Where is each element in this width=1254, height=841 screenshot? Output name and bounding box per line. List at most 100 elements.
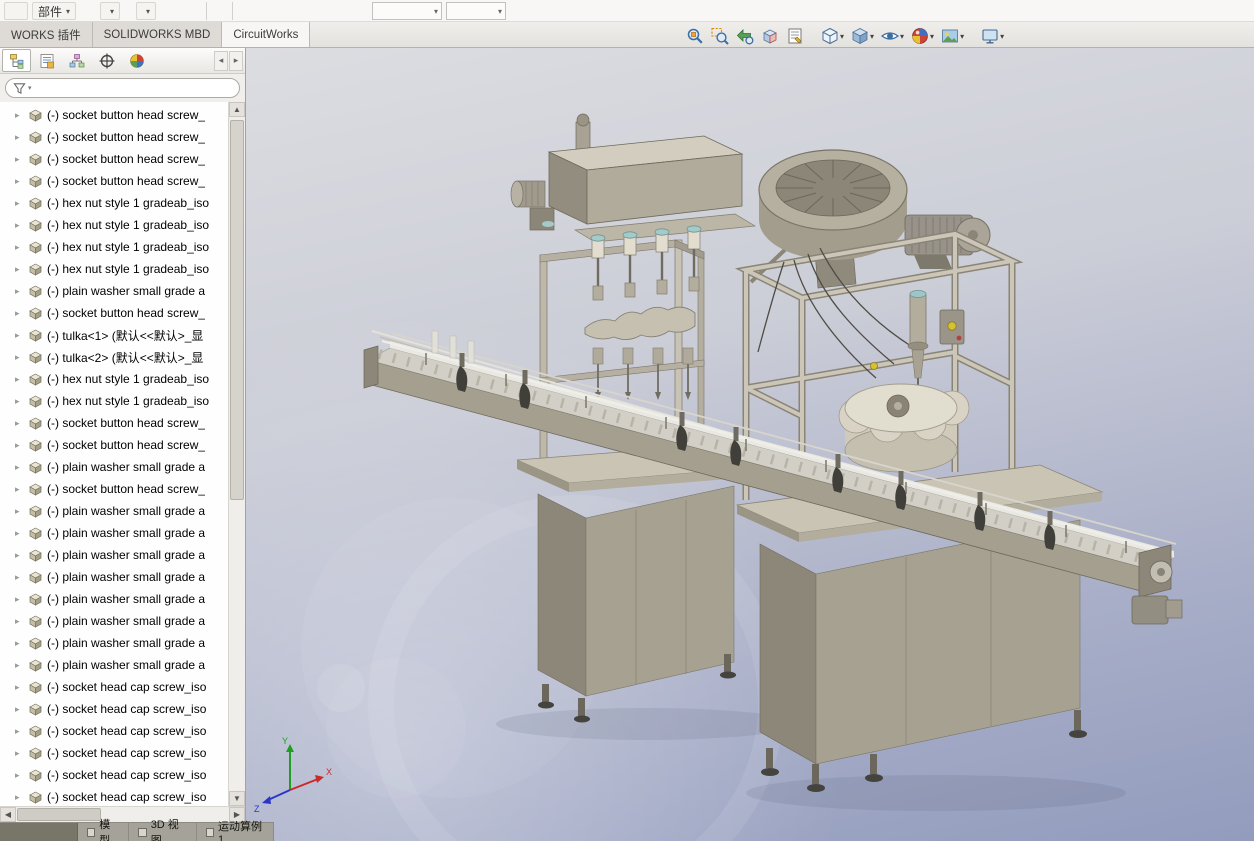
tree-item[interactable]: ▸ (-) socket head cap screw_iso xyxy=(0,676,228,698)
expand-arrow-icon[interactable]: ▸ xyxy=(15,397,24,406)
expand-arrow-icon[interactable]: ▸ xyxy=(15,639,24,648)
expand-arrow-icon[interactable]: ▸ xyxy=(15,133,24,142)
expand-arrow-icon[interactable]: ▸ xyxy=(15,529,24,538)
toolbar-blank-button[interactable] xyxy=(4,2,28,20)
tree-item[interactable]: ▸ (-) socket button head screw_ xyxy=(0,478,228,500)
tree-vertical-scrollbar[interactable]: ▲ ▼ xyxy=(228,102,245,806)
tree-item[interactable]: ▸ (-) socket head cap screw_iso xyxy=(0,698,228,720)
tree-item[interactable]: ▸ (-) hex nut style 1 gradeab_iso xyxy=(0,192,228,214)
tab-displaymanager[interactable] xyxy=(122,49,151,72)
expand-arrow-icon[interactable]: ▸ xyxy=(15,771,24,780)
chevron-down-icon[interactable]: ▾ xyxy=(1000,32,1004,41)
tree-item[interactable]: ▸ (-) socket button head screw_ xyxy=(0,148,228,170)
vertical-scroll-thumb[interactable] xyxy=(230,120,244,500)
expand-arrow-icon[interactable]: ▸ xyxy=(15,551,24,560)
tree-item[interactable]: ▸ (-) socket button head screw_ xyxy=(0,126,228,148)
filter-input[interactable] xyxy=(34,82,232,94)
zoom-to-fit-button[interactable] xyxy=(684,25,706,47)
expand-arrow-icon[interactable]: ▸ xyxy=(15,155,24,164)
tree-item[interactable]: ▸ (-) socket head cap screw_iso xyxy=(0,742,228,764)
expand-arrow-icon[interactable]: ▸ xyxy=(15,309,24,318)
expand-arrow-icon[interactable]: ▸ xyxy=(15,507,24,516)
tree-item[interactable]: ▸ (-) socket head cap screw_iso xyxy=(0,786,228,806)
tree-item[interactable]: ▸ (-) plain washer small grade a xyxy=(0,500,228,522)
chevron-down-icon[interactable]: ▾ xyxy=(960,32,964,41)
apply-scene-button[interactable]: ▾ xyxy=(939,25,966,47)
chevron-down-icon[interactable]: ▾ xyxy=(840,32,844,41)
expand-arrow-icon[interactable]: ▸ xyxy=(15,287,24,296)
scroll-down-button[interactable]: ▼ xyxy=(229,791,245,806)
expand-arrow-icon[interactable]: ▸ xyxy=(15,463,24,472)
tree-item[interactable]: ▸ (-) hex nut style 1 gradeab_iso xyxy=(0,214,228,236)
scroll-left-button[interactable]: ◀ xyxy=(0,807,16,822)
expand-arrow-icon[interactable]: ▸ xyxy=(15,375,24,384)
expand-arrow-icon[interactable]: ▸ xyxy=(15,111,24,120)
expand-arrow-icon[interactable]: ▸ xyxy=(15,419,24,428)
tree-item[interactable]: ▸ (-) plain washer small grade a xyxy=(0,566,228,588)
tree-item[interactable]: ▸ (-) socket head cap screw_iso xyxy=(0,720,228,742)
toolbar-dropdown-button[interactable]: ▾ xyxy=(136,2,156,20)
expand-arrow-icon[interactable]: ▸ xyxy=(15,573,24,582)
edit-appearance-button[interactable]: ▾ xyxy=(909,25,936,47)
tree-item[interactable]: ▸ (-) plain washer small grade a xyxy=(0,456,228,478)
toolbar-combo-box[interactable]: ▾ xyxy=(446,2,506,20)
tab-solidworks-mbd[interactable]: SOLIDWORKS MBD xyxy=(93,22,223,47)
tree-item[interactable]: ▸ (-) plain washer small grade a xyxy=(0,654,228,676)
expand-arrow-icon[interactable]: ▸ xyxy=(15,353,24,362)
tree-item[interactable]: ▸ (-) plain washer small grade a xyxy=(0,588,228,610)
tab-circuitworks[interactable]: CircuitWorks xyxy=(222,22,310,47)
orientation-triad[interactable]: Y X Z xyxy=(254,736,332,814)
chevron-down-icon[interactable]: ▾ xyxy=(870,32,874,41)
tree-item[interactable]: ▸ (-) tulka<2> (默认<<默认>_显 xyxy=(0,346,228,368)
tree-item[interactable]: ▸ (-) socket button head screw_ xyxy=(0,104,228,126)
expand-arrow-icon[interactable]: ▸ xyxy=(15,617,24,626)
tab-dimxpertmanager[interactable] xyxy=(92,49,121,72)
expand-arrow-icon[interactable]: ▸ xyxy=(15,705,24,714)
expand-arrow-icon[interactable]: ▸ xyxy=(15,749,24,758)
scroll-up-button[interactable]: ▲ xyxy=(229,102,245,117)
tab-3d-views[interactable]: 3D 视图 xyxy=(129,823,196,841)
tree-item[interactable]: ▸ (-) hex nut style 1 gradeab_iso xyxy=(0,258,228,280)
display-style-button[interactable]: ▾ xyxy=(849,25,876,47)
expand-arrow-icon[interactable]: ▸ xyxy=(15,221,24,230)
tree-item[interactable]: ▸ (-) plain washer small grade a xyxy=(0,610,228,632)
tree-item[interactable]: ▸ (-) hex nut style 1 gradeab_iso xyxy=(0,236,228,258)
tree-filter-box[interactable]: ▾ xyxy=(5,78,240,98)
expand-arrow-icon[interactable]: ▸ xyxy=(15,793,24,802)
tree-item[interactable]: ▸ (-) tulka<1> (默认<<默认>_显 xyxy=(0,324,228,346)
tree-item[interactable]: ▸ (-) hex nut style 1 gradeab_iso xyxy=(0,368,228,390)
expand-arrow-icon[interactable]: ▸ xyxy=(15,331,24,340)
expand-arrow-icon[interactable]: ▸ xyxy=(15,177,24,186)
zoom-to-area-button[interactable] xyxy=(709,25,731,47)
tree-horizontal-scrollbar[interactable]: ◀ ▶ xyxy=(0,806,245,822)
expand-arrow-icon[interactable]: ▸ xyxy=(15,595,24,604)
tree-item[interactable]: ▸ (-) plain washer small grade a xyxy=(0,632,228,654)
horizontal-scroll-thumb[interactable] xyxy=(17,808,101,821)
tree-item[interactable]: ▸ (-) socket button head screw_ xyxy=(0,434,228,456)
panel-tabs-scroll-left-button[interactable]: ◂ xyxy=(214,51,228,71)
expand-arrow-icon[interactable]: ▸ xyxy=(15,683,24,692)
graphics-viewport[interactable]: Y X Z xyxy=(246,48,1254,841)
tree-item[interactable]: ▸ (-) socket button head screw_ xyxy=(0,412,228,434)
toolbar-combo-box[interactable]: ▾ xyxy=(372,2,442,20)
tree-item[interactable]: ▸ (-) plain washer small grade a xyxy=(0,280,228,302)
previous-view-button[interactable] xyxy=(734,25,756,47)
tab-model[interactable]: 模型 xyxy=(78,823,129,841)
tree-item[interactable]: ▸ (-) plain washer small grade a xyxy=(0,544,228,566)
expand-arrow-icon[interactable]: ▸ xyxy=(15,661,24,670)
tab-featuremanager-tree[interactable] xyxy=(2,49,31,72)
tree-item[interactable]: ▸ (-) socket head cap screw_iso xyxy=(0,764,228,786)
tab-configurationmanager[interactable] xyxy=(62,49,91,72)
dynamic-annotation-view-button[interactable] xyxy=(784,25,806,47)
toolbar-dropdown-button[interactable]: ▾ xyxy=(100,2,120,20)
view-orientation-button[interactable]: ▾ xyxy=(819,25,846,47)
chevron-down-icon[interactable]: ▾ xyxy=(900,32,904,41)
section-view-button[interactable] xyxy=(759,25,781,47)
view-settings-button[interactable]: ▾ xyxy=(979,25,1006,47)
expand-arrow-icon[interactable]: ▸ xyxy=(15,727,24,736)
tree-item[interactable]: ▸ (-) plain washer small grade a xyxy=(0,522,228,544)
tree-item[interactable]: ▸ (-) hex nut style 1 gradeab_iso xyxy=(0,390,228,412)
hide-show-items-button[interactable]: ▾ xyxy=(879,25,906,47)
panel-tabs-scroll-right-button[interactable]: ▸ xyxy=(229,51,243,71)
tab-propertymanager[interactable] xyxy=(32,49,61,72)
